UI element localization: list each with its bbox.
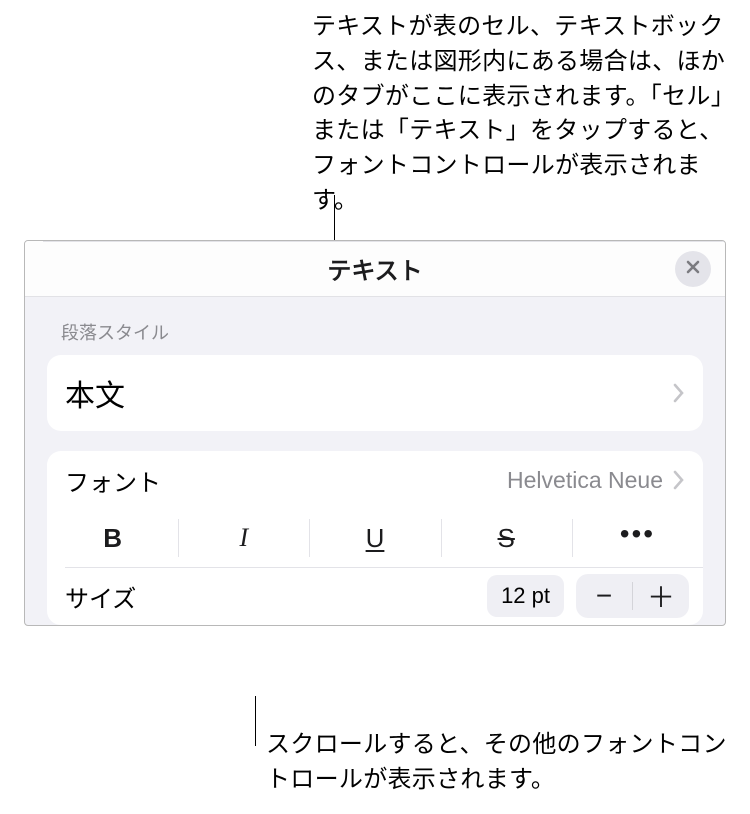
callout-line-top [334,195,335,243]
size-label: サイズ [65,579,136,614]
chevron-right-icon [673,470,685,490]
callout-line-bottom [255,696,256,746]
more-styles-button[interactable]: ••• [572,509,703,567]
annotation-top: テキストが表のセル、テキストボックス、または図形内にある場合は、ほかのタブがここ… [312,10,742,219]
paragraph-style-row[interactable]: 本文 [47,355,703,431]
size-decrease-button[interactable]: − [576,574,632,618]
size-row: サイズ 12 pt − ＋ [47,567,703,625]
size-stepper: − ＋ [576,574,689,618]
panel-title: テキスト [327,251,422,286]
annotation-bottom: スクロールすると、その他のフォントコントロールが表示されます。 [266,728,746,798]
size-increase-button[interactable]: ＋ [633,574,689,618]
chevron-right-icon [673,383,685,403]
paragraph-style-card: 本文 [47,355,703,431]
bold-button[interactable]: B [47,509,178,567]
underline-button[interactable]: U [309,509,440,567]
paragraph-style-section-label: 段落スタイル [25,297,725,355]
text-style-segment: B I U S ••• [47,509,703,567]
font-card: フォント Helvetica Neue B I U S ••• サイズ 12 p… [47,451,703,625]
close-button[interactable] [675,251,711,287]
italic-button[interactable]: I [178,509,309,567]
format-panel: テキスト 段落スタイル 本文 フォント Helvetica Neue B [24,240,726,626]
font-label: フォント [65,463,161,498]
close-icon [685,259,701,280]
font-value: Helvetica Neue [507,467,663,494]
size-value[interactable]: 12 pt [487,575,564,617]
panel-header: テキスト [25,241,725,297]
dots-icon: ••• [620,534,655,542]
font-row[interactable]: フォント Helvetica Neue [47,451,703,509]
strikethrough-button[interactable]: S [441,509,572,567]
paragraph-style-value: 本文 [65,371,125,415]
